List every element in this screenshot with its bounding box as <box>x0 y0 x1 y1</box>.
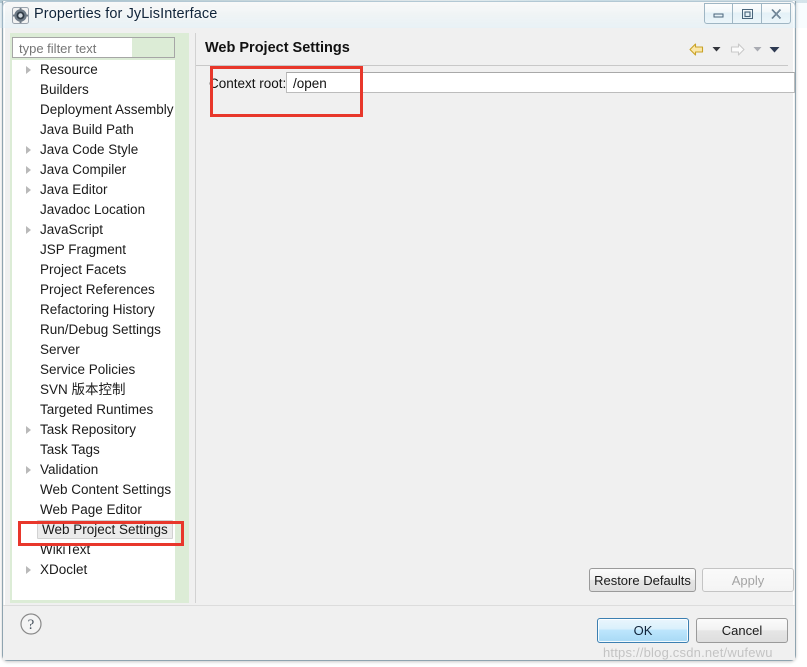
sidebar-item-label: Deployment Assembly <box>40 102 174 117</box>
sidebar-item-jsp-fragment[interactable]: JSP Fragment <box>12 240 175 260</box>
sidebar-item-task-tags[interactable]: Task Tags <box>12 440 175 460</box>
restore-defaults-button[interactable]: Restore Defaults <box>589 568 696 592</box>
sidebar-item-web-page-editor[interactable]: Web Page Editor <box>12 500 175 520</box>
cancel-button[interactable]: Cancel <box>696 618 788 643</box>
sidebar-item-web-content-settings[interactable]: Web Content Settings <box>12 480 175 500</box>
sidebar-item-label: Builders <box>40 82 89 97</box>
sidebar-item-label: Task Repository <box>40 422 137 437</box>
sidebar-item-label: Java Build Path <box>40 122 134 137</box>
expand-triangle-icon[interactable] <box>26 226 31 234</box>
maximize-button[interactable] <box>733 3 762 24</box>
sidebar-item-label: Service Policies <box>40 362 136 377</box>
svg-text:?: ? <box>28 617 35 633</box>
watermark-text: https://blog.csdn.net/wufewu <box>603 645 773 660</box>
sidebar-item-targeted-runtimes[interactable]: Targeted Runtimes <box>12 400 175 420</box>
sidebar-item-service-policies[interactable]: Service Policies <box>12 360 175 380</box>
sidebar-item-label: Refactoring History <box>40 302 155 317</box>
sidebar-item-label: Web Project Settings <box>37 520 173 539</box>
help-question-icon[interactable]: ? <box>19 612 43 636</box>
window-controls <box>704 3 791 24</box>
apply-button[interactable]: Apply <box>702 568 794 592</box>
expand-triangle-icon[interactable] <box>26 66 31 74</box>
sidebar-item-java-editor[interactable]: Java Editor <box>12 180 175 200</box>
expand-triangle-icon[interactable] <box>26 186 31 194</box>
sidebar-item-javadoc-location[interactable]: Javadoc Location <box>12 200 175 220</box>
sidebar-item-task-repository[interactable]: Task Repository <box>12 420 175 440</box>
forward-menu-chevron-down-icon <box>750 39 765 59</box>
sidebar-item-label: Java Editor <box>40 182 108 197</box>
sidebar-item-label: SVN 版本控制 <box>40 382 126 397</box>
sidebar-item-java-code-style[interactable]: Java Code Style <box>12 140 175 160</box>
ok-button[interactable]: OK <box>597 618 689 643</box>
sidebar-item-label: Targeted Runtimes <box>40 402 154 417</box>
filter-text-box[interactable] <box>12 37 175 58</box>
expand-triangle-icon[interactable] <box>26 166 31 174</box>
sidebar-item-label: Web Content Settings <box>40 482 172 497</box>
sidebar-item-server[interactable]: Server <box>12 340 175 360</box>
sidebar-item-label: Java Compiler <box>40 162 127 177</box>
context-root-input[interactable] <box>291 74 775 93</box>
sidebar-item-label: Project Facets <box>40 262 127 277</box>
sidebar-item-label: Resource <box>40 62 98 77</box>
title-bar[interactable]: Properties for JyLisInterface <box>2 1 796 28</box>
sidebar-item-label: Java Code Style <box>40 142 139 157</box>
sidebar-item-label: JSP Fragment <box>40 242 127 257</box>
sidebar-item-deployment-assembly[interactable]: Deployment Assembly <box>12 100 175 120</box>
sidebar-item-label: Server <box>40 342 80 357</box>
sidebar-item-run-debug-settings[interactable]: Run/Debug Settings <box>12 320 175 340</box>
sidebar-item-label: JavaScript <box>40 222 104 237</box>
sidebar-item-resource[interactable]: Resource <box>12 60 175 80</box>
minimize-button[interactable] <box>704 3 733 24</box>
sidebar-item-javascript[interactable]: JavaScript <box>12 220 175 240</box>
sidebar-item-refactoring-history[interactable]: Refactoring History <box>12 300 175 320</box>
expand-triangle-icon[interactable] <box>26 566 31 574</box>
search-input[interactable] <box>17 39 136 58</box>
content-pane: Web Project Settings <box>195 33 788 603</box>
sidebar-item-label: Javadoc Location <box>40 202 146 217</box>
sidebar-item-java-build-path[interactable]: Java Build Path <box>12 120 175 140</box>
sidebar-item-label: Validation <box>40 462 99 477</box>
sidebar-item-java-compiler[interactable]: Java Compiler <box>12 160 175 180</box>
sidebar-item-validation[interactable]: Validation <box>12 460 175 480</box>
window-title: Properties for JyLisInterface <box>34 6 218 22</box>
page-title: Web Project Settings <box>205 40 350 56</box>
sidebar-item-label: Task Tags <box>40 442 100 457</box>
settings-tree[interactable]: Resource Builders Deployment Assembly Java … <box>12 60 175 600</box>
sidebar-item-label: WikiText <box>40 542 91 557</box>
sidebar-item-label: XDoclet <box>40 562 88 577</box>
forward-arrow-icon <box>726 39 748 59</box>
sidebar-item-project-facets[interactable]: Project Facets <box>12 260 175 280</box>
expand-triangle-icon[interactable] <box>26 426 31 434</box>
context-root-field[interactable] <box>286 72 795 93</box>
eclipse-properties-icon <box>12 7 29 24</box>
close-button[interactable] <box>762 3 791 24</box>
sidebar-item-xdoclet[interactable]: XDoclet <box>12 560 175 580</box>
expand-triangle-icon[interactable] <box>26 146 31 154</box>
back-menu-chevron-down-icon[interactable] <box>709 39 724 59</box>
sidebar-item-svn[interactable]: SVN 版本控制 <box>12 380 175 400</box>
expand-triangle-icon[interactable] <box>26 466 31 474</box>
page-menu-chevron-down-icon[interactable] <box>767 39 782 59</box>
context-root-label: Context root: <box>209 76 287 91</box>
sidebar-item-web-project-settings[interactable]: Web Project Settings <box>12 520 175 540</box>
sidebar-item-label: Web Page Editor <box>40 502 142 517</box>
page-navigation-toolbar <box>685 39 782 59</box>
sidebar-item-builders[interactable]: Builders <box>12 80 175 100</box>
back-arrow-icon[interactable] <box>685 39 707 59</box>
sidebar-item-label: Project References <box>40 282 155 297</box>
sidebar-item-wikitext[interactable]: WikiText <box>12 540 175 560</box>
sidebar-item-label: Run/Debug Settings <box>40 322 161 337</box>
properties-dialog-screenshot: Properties for JyLisInterface type filte… <box>0 0 807 667</box>
sidebar-item-project-references[interactable]: Project References <box>12 280 175 300</box>
content-header: Web Project Settings <box>196 33 788 66</box>
